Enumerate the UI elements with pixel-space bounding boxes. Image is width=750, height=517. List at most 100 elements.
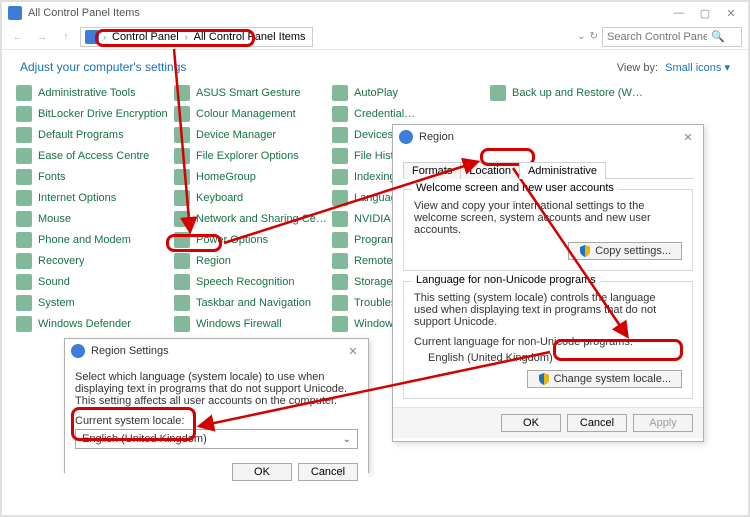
- change-system-locale-button[interactable]: Change system locale...: [527, 370, 682, 388]
- control-panel-item[interactable]: Keyboard: [172, 189, 330, 207]
- control-panel-item[interactable]: Network and Sharing Centre: [172, 210, 330, 228]
- chevron-down-icon: ⌄: [343, 434, 351, 445]
- region-dialog-buttons: OK Cancel Apply: [393, 407, 703, 438]
- control-panel-item-icon: [174, 127, 190, 143]
- control-panel-item: [488, 105, 646, 123]
- control-panel-item-icon: [16, 211, 32, 227]
- view-by-dropdown[interactable]: Small icons ▾: [665, 62, 730, 74]
- region-settings-cancel-button[interactable]: Cancel: [298, 463, 358, 481]
- close-button[interactable]: ✕: [722, 6, 740, 20]
- control-panel-item[interactable]: Windows Defender: [14, 315, 172, 333]
- control-panel-item[interactable]: AutoPlay: [330, 84, 488, 102]
- control-panel-item-icon: [174, 274, 190, 290]
- minimize-button[interactable]: —: [670, 6, 688, 20]
- region-settings-title-bar[interactable]: Region Settings ✕: [65, 339, 368, 363]
- nav-back-icon[interactable]: ←: [8, 27, 28, 47]
- control-panel-item-icon: [332, 127, 348, 143]
- control-panel-item-icon: [16, 316, 32, 332]
- search-box[interactable]: 🔍: [602, 27, 742, 47]
- control-panel-item-label: ASUS Smart Gesture: [196, 87, 301, 99]
- control-panel-item-icon: [174, 316, 190, 332]
- control-panel-item-label: Internet Options: [38, 192, 116, 204]
- control-panel-item-label: Windows Defender: [38, 318, 131, 330]
- system-locale-dropdown[interactable]: English (United Kingdom) ⌄: [75, 429, 358, 449]
- control-panel-item-label: File Explorer Options: [196, 150, 299, 162]
- region-close-button[interactable]: ✕: [679, 130, 697, 144]
- nav-up-icon[interactable]: ↑: [56, 27, 76, 47]
- control-panel-item-label: Fonts: [38, 171, 66, 183]
- control-panel-item[interactable]: Default Programs: [14, 126, 172, 144]
- control-panel-item[interactable]: Fonts: [14, 168, 172, 186]
- breadcrumb-icon: [85, 30, 99, 44]
- control-panel-item[interactable]: Internet Options: [14, 189, 172, 207]
- region-ok-button[interactable]: OK: [501, 414, 561, 432]
- control-panel-item[interactable]: Windows Firewall: [172, 315, 330, 333]
- control-panel-item[interactable]: ASUS Smart Gesture: [172, 84, 330, 102]
- region-settings-close-button[interactable]: ✕: [344, 344, 362, 358]
- breadcrumb-actions: ⌄ ↻: [577, 31, 598, 42]
- control-panel-item-label: Windows Firewall: [196, 318, 282, 330]
- control-panel-item-icon: [16, 148, 32, 164]
- region-apply-button[interactable]: Apply: [633, 414, 693, 432]
- nonunicode-groupbox: Language for non-Unicode programs This s…: [403, 281, 693, 399]
- control-panel-item-icon: [332, 211, 348, 227]
- control-panel-item-icon: [332, 169, 348, 185]
- region-title-bar[interactable]: Region ✕: [393, 125, 703, 149]
- control-panel-item-icon: [16, 295, 32, 311]
- crumb-control-panel[interactable]: Control Panel: [110, 31, 181, 43]
- search-input[interactable]: [607, 31, 707, 43]
- control-panel-item[interactable]: System: [14, 294, 172, 312]
- control-panel-item[interactable]: Administrative Tools: [14, 84, 172, 102]
- control-panel-item-icon: [16, 169, 32, 185]
- tab-location[interactable]: Location: [460, 162, 520, 179]
- region-title: Region: [419, 131, 454, 143]
- control-panel-item-label: Administrative Tools: [38, 87, 136, 99]
- copy-settings-button[interactable]: Copy settings...: [568, 242, 682, 260]
- control-panel-item-icon: [174, 253, 190, 269]
- control-panel-item[interactable]: Mouse: [14, 210, 172, 228]
- control-panel-item-icon: [174, 148, 190, 164]
- maximize-button[interactable]: ▢: [696, 6, 714, 20]
- control-panel-item[interactable]: Colour Management: [172, 105, 330, 123]
- tab-administrative[interactable]: Administrative: [519, 162, 606, 179]
- control-panel-item-icon: [490, 85, 506, 101]
- control-panel-item-label: Taskbar and Navigation: [196, 297, 311, 309]
- breadcrumb[interactable]: › Control Panel › All Control Panel Item…: [80, 27, 313, 47]
- tab-formats[interactable]: Formats: [403, 162, 461, 179]
- region-cancel-button[interactable]: Cancel: [567, 414, 627, 432]
- page-title: Adjust your computer's settings: [20, 60, 186, 74]
- chevron-down-icon[interactable]: ⌄: [577, 31, 585, 42]
- control-panel-item-icon: [332, 316, 348, 332]
- control-panel-item[interactable]: Power Options: [172, 231, 330, 249]
- region-settings-buttons: OK Cancel: [65, 457, 368, 487]
- window-title: All Control Panel Items: [28, 7, 140, 19]
- control-panel-icon: [8, 6, 22, 20]
- region-dialog: Region ✕ Formats Location Administrative…: [392, 124, 704, 442]
- control-panel-item[interactable]: Device Manager: [172, 126, 330, 144]
- crumb-all-items[interactable]: All Control Panel Items: [192, 31, 308, 43]
- control-panel-item[interactable]: BitLocker Drive Encryption: [14, 105, 172, 123]
- control-panel-item-label: BitLocker Drive Encryption: [38, 108, 168, 120]
- nav-forward-icon[interactable]: →: [32, 27, 52, 47]
- control-panel-item[interactable]: Phone and Modem: [14, 231, 172, 249]
- control-panel-item[interactable]: Taskbar and Navigation: [172, 294, 330, 312]
- search-icon[interactable]: 🔍: [711, 30, 725, 43]
- control-panel-item[interactable]: Speech Recognition: [172, 273, 330, 291]
- control-panel-item-icon: [16, 253, 32, 269]
- control-panel-item[interactable]: Region: [172, 252, 330, 270]
- control-panel-item-label: Phone and Modem: [38, 234, 131, 246]
- refresh-icon[interactable]: ↻: [590, 31, 598, 42]
- control-panel-item[interactable]: Recovery: [14, 252, 172, 270]
- title-bar: All Control Panel Items — ▢ ✕: [2, 2, 748, 24]
- control-panel-item[interactable]: Credential…: [330, 105, 488, 123]
- current-locale-label: Current system locale:: [75, 415, 358, 427]
- region-settings-ok-button[interactable]: OK: [232, 463, 292, 481]
- control-panel-item-label: Credential…: [354, 108, 415, 120]
- control-panel-item-icon: [174, 190, 190, 206]
- control-panel-item[interactable]: Back up and Restore (Windows 7): [488, 84, 646, 102]
- control-panel-item[interactable]: Sound: [14, 273, 172, 291]
- control-panel-item-label: HomeGroup: [196, 171, 256, 183]
- control-panel-item[interactable]: File Explorer Options: [172, 147, 330, 165]
- control-panel-item[interactable]: Ease of Access Centre: [14, 147, 172, 165]
- control-panel-item[interactable]: HomeGroup: [172, 168, 330, 186]
